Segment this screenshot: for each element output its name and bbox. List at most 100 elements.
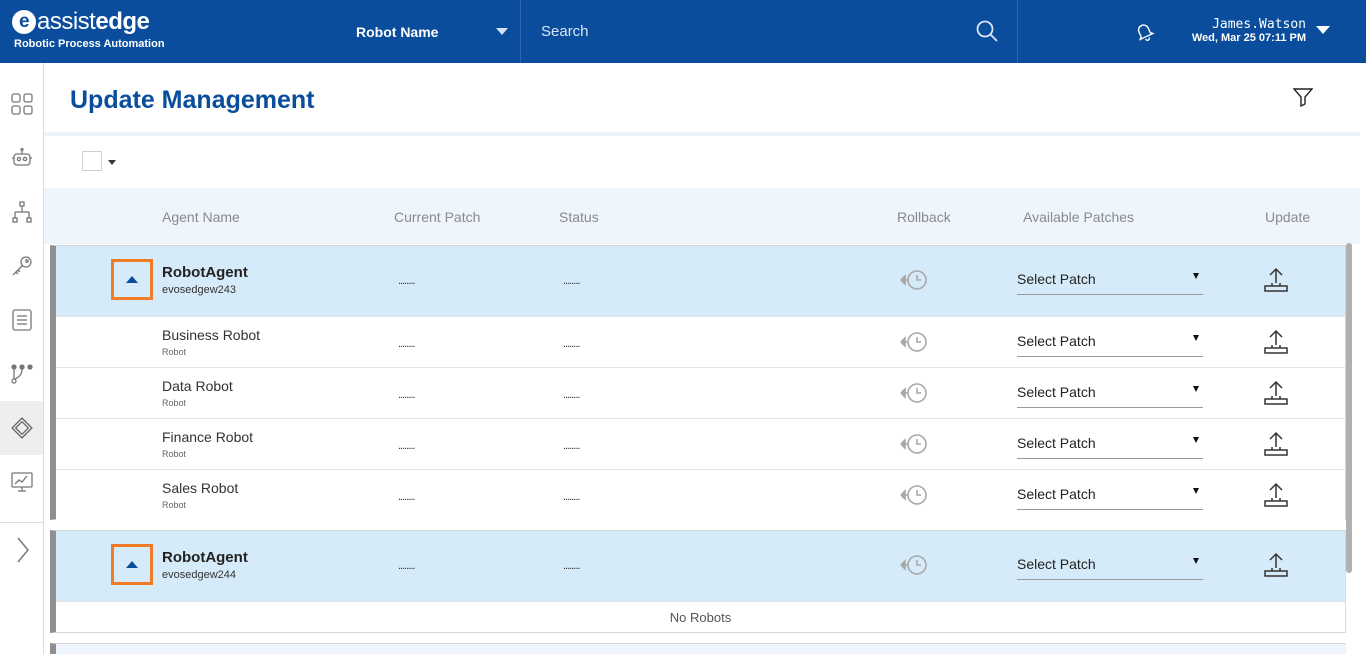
next-agent-group <box>50 643 1346 654</box>
sidebar <box>0 63 44 654</box>
patch-select[interactable]: Select Patch <box>1017 329 1203 357</box>
status-value: ........ <box>563 491 580 503</box>
user-datetime: Wed, Mar 25 07:11 PM <box>1191 32 1306 44</box>
patch-select-label: Select Patch <box>1017 384 1096 400</box>
column-available-patches: Available Patches <box>1023 209 1135 225</box>
chevron-down-icon <box>1193 488 1199 494</box>
current-patch-value: ........ <box>398 338 415 350</box>
current-patch-value: ........ <box>398 275 415 287</box>
upload-icon[interactable] <box>1263 482 1289 513</box>
patch-select-label: Select Patch <box>1017 556 1096 572</box>
select-options-chevron-icon[interactable] <box>108 160 116 165</box>
column-current-patch: Current Patch <box>394 209 481 225</box>
rollback-icon[interactable] <box>899 483 929 512</box>
no-robots-message: No Robots <box>56 601 1345 632</box>
notification-bell-icon[interactable] <box>1133 20 1155 47</box>
select-all-checkbox[interactable] <box>82 151 102 171</box>
robot-name: Finance Robot <box>162 429 254 445</box>
chevron-down-icon <box>1193 558 1199 564</box>
user-menu-chevron-icon[interactable] <box>1316 26 1330 34</box>
chevron-down-icon <box>1193 437 1199 443</box>
robot-name-dropdown-label: Robot Name <box>356 23 439 40</box>
chevron-down-icon <box>1193 273 1199 279</box>
agent-group: RobotAgent evosedgew244 ........ .......… <box>50 530 1346 633</box>
logo-subtitle: Robotic Process Automation <box>14 38 165 50</box>
robot-row: Finance Robot Robot ........ ........ Se… <box>56 418 1345 469</box>
patch-select-label: Select Patch <box>1017 333 1096 349</box>
current-patch-value: ........ <box>398 491 415 503</box>
key-icon[interactable] <box>0 239 43 293</box>
current-patch-value: ........ <box>398 389 415 401</box>
upload-icon[interactable] <box>1263 431 1289 462</box>
page-title: Update Management <box>70 86 315 114</box>
robot-name-dropdown[interactable]: Robot Name <box>356 0 520 63</box>
robot-type: Robot <box>162 449 187 459</box>
patch-select[interactable]: Select Patch <box>1017 482 1203 510</box>
rollback-icon[interactable] <box>899 553 929 582</box>
workflow-icon[interactable] <box>0 347 43 401</box>
robot-type: Robot <box>162 347 187 357</box>
caret-up-icon <box>126 561 138 568</box>
patch-select[interactable]: Select Patch <box>1017 431 1203 459</box>
logo-e-icon: e <box>12 10 36 34</box>
robot-row: Sales Robot Robot ........ ........ Sele… <box>56 469 1345 520</box>
collapse-button[interactable] <box>111 259 153 300</box>
update-management-icon[interactable] <box>0 401 43 455</box>
patch-select-label: Select Patch <box>1017 271 1096 287</box>
scrollbar[interactable] <box>1346 243 1353 643</box>
table-header: Agent Name Current Patch Status Rollback… <box>44 188 1360 244</box>
robot-icon[interactable] <box>0 131 43 185</box>
filter-icon[interactable] <box>1292 87 1314 112</box>
rollback-icon[interactable] <box>899 268 929 297</box>
search-input[interactable] <box>541 23 961 40</box>
chevron-down-icon <box>496 28 508 35</box>
expand-sidebar-chevron-icon[interactable] <box>0 523 43 577</box>
current-patch-value: ........ <box>398 440 415 452</box>
chevron-down-icon <box>1193 335 1199 341</box>
app-logo[interactable]: e assist edge Robotic Process Automation <box>12 8 165 50</box>
scrollbar-thumb[interactable] <box>1346 243 1352 573</box>
search-icon[interactable] <box>975 19 999 48</box>
monitoring-icon[interactable] <box>0 455 43 509</box>
logo-edge-text: edge <box>95 8 150 35</box>
column-agent-name: Agent Name <box>162 209 240 225</box>
column-status: Status <box>559 209 599 225</box>
status-value: ........ <box>563 560 580 572</box>
title-divider <box>44 132 1360 136</box>
collapse-button[interactable] <box>111 544 153 585</box>
status-value: ........ <box>563 440 580 452</box>
rollback-icon[interactable] <box>899 381 929 410</box>
header-divider <box>520 0 521 63</box>
dashboard-icon[interactable] <box>0 77 43 131</box>
rollback-icon[interactable] <box>899 432 929 461</box>
agent-row: RobotAgent evosedgew244 ........ .......… <box>56 531 1345 601</box>
top-bar: e assist edge Robotic Process Automation … <box>0 0 1366 63</box>
main-content: Update Management Agent Name Current Pat… <box>44 63 1366 654</box>
agent-group: RobotAgent evosedgew243 ........ .......… <box>50 245 1346 520</box>
robot-type: Robot <box>162 500 187 510</box>
search-box <box>541 0 1011 63</box>
agent-name: RobotAgent <box>162 549 248 566</box>
robot-name: Business Robot <box>162 327 261 343</box>
column-rollback: Rollback <box>897 209 951 225</box>
logs-icon[interactable] <box>0 293 43 347</box>
robot-name: Sales Robot <box>162 480 239 496</box>
hierarchy-icon[interactable] <box>0 185 43 239</box>
user-info[interactable]: James.Watson Wed, Mar 25 07:11 PM <box>1180 17 1306 45</box>
user-name: James.Watson <box>1212 17 1306 32</box>
robot-row: Data Robot Robot ........ ........ Selec… <box>56 367 1345 418</box>
upload-icon[interactable] <box>1263 552 1289 583</box>
upload-icon[interactable] <box>1263 380 1289 411</box>
patch-select[interactable]: Select Patch <box>1017 267 1203 295</box>
patch-select[interactable]: Select Patch <box>1017 552 1203 580</box>
agent-host: evosedgew244 <box>162 569 237 581</box>
upload-icon[interactable] <box>1263 329 1289 360</box>
status-value: ........ <box>563 275 580 287</box>
upload-icon[interactable] <box>1263 267 1289 298</box>
agent-row: RobotAgent evosedgew243 ........ .......… <box>56 246 1345 316</box>
agent-name: RobotAgent <box>162 264 248 281</box>
current-patch-value: ........ <box>398 560 415 572</box>
patch-select[interactable]: Select Patch <box>1017 380 1203 408</box>
column-update: Update <box>1265 209 1311 225</box>
rollback-icon[interactable] <box>899 330 929 359</box>
